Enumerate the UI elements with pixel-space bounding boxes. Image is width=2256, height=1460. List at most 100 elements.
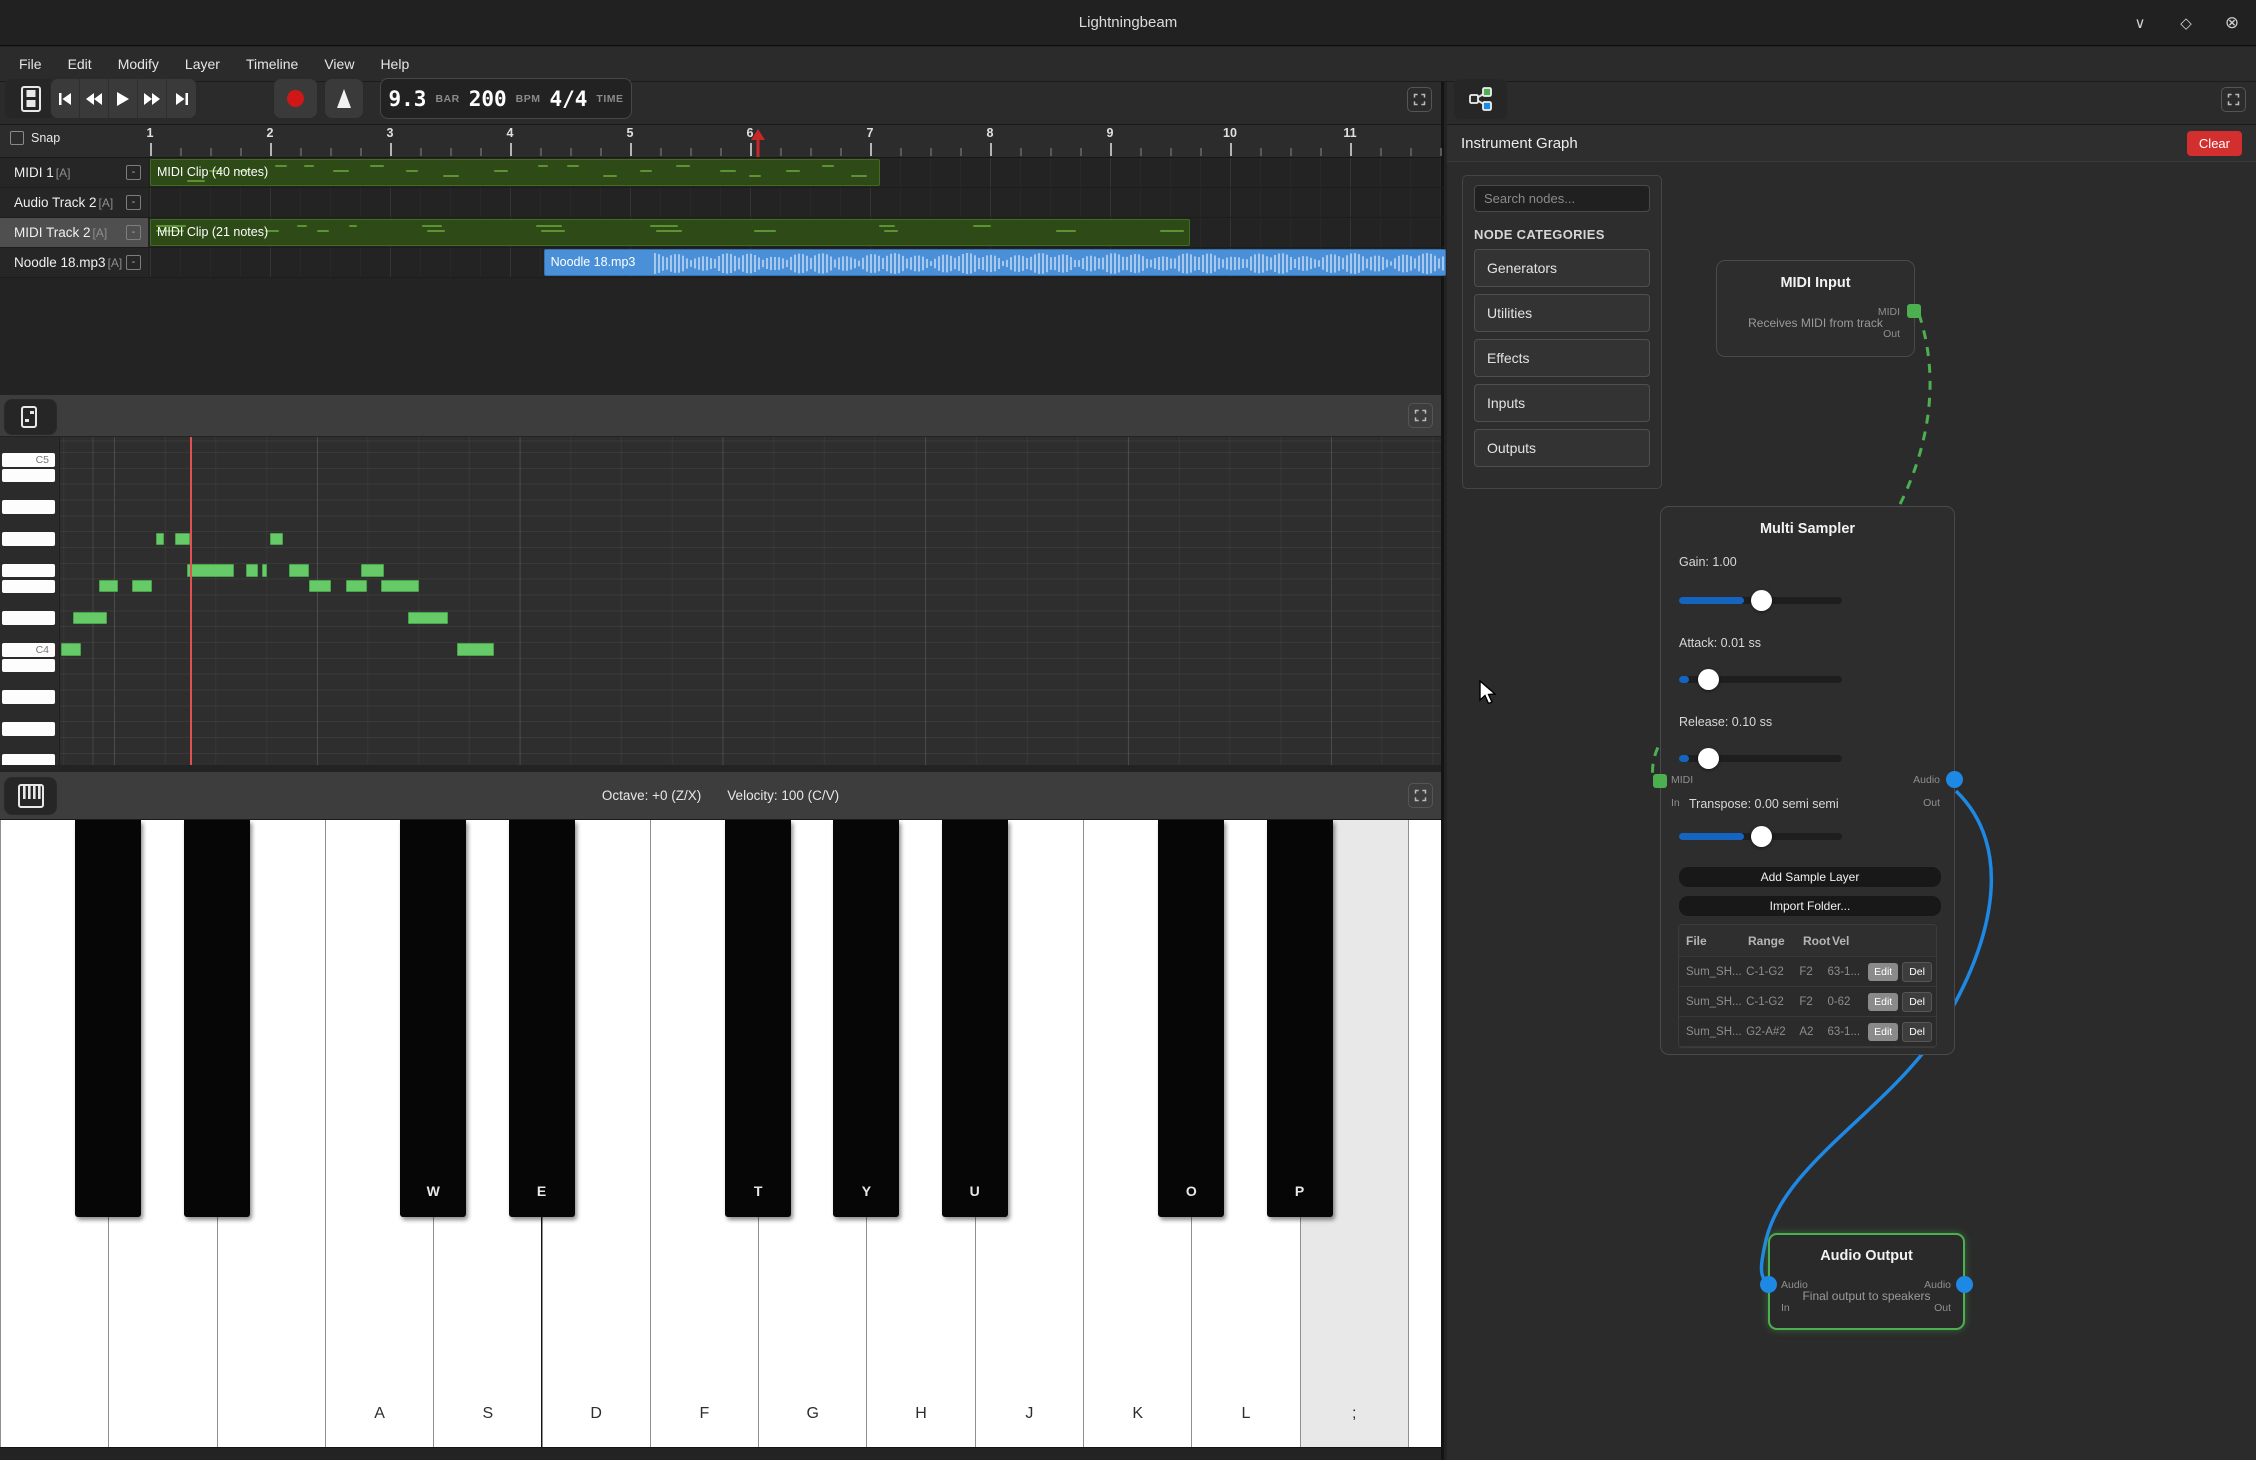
black-key-T[interactable]: T bbox=[725, 820, 791, 1217]
midi-note[interactable] bbox=[361, 564, 384, 576]
menu-item-help[interactable]: Help bbox=[367, 47, 422, 81]
menu-item-edit[interactable]: Edit bbox=[55, 47, 105, 81]
node-midi-input[interactable]: MIDI Input Receives MIDI from track MIDI… bbox=[1716, 260, 1915, 357]
black-key-O[interactable]: O bbox=[1158, 820, 1224, 1217]
midi-note[interactable] bbox=[156, 533, 164, 545]
expand-graph-icon[interactable] bbox=[2221, 87, 2246, 112]
midi-note[interactable] bbox=[457, 643, 494, 655]
slider-knob[interactable] bbox=[1698, 669, 1719, 690]
midi-in-port[interactable] bbox=[1653, 774, 1667, 788]
track-lane-3[interactable]: MIDI Clip (21 notes) bbox=[148, 218, 1444, 248]
midi-note[interactable] bbox=[289, 564, 309, 576]
midi-note[interactable] bbox=[61, 643, 81, 655]
expand-keyboard-icon[interactable] bbox=[1408, 783, 1433, 808]
black-key-U[interactable]: U bbox=[942, 820, 1008, 1217]
track-header-4[interactable]: Noodle 18.mp3[A]- bbox=[0, 248, 148, 278]
roll-key-A4[interactable] bbox=[2, 500, 55, 514]
black-key-W[interactable]: W bbox=[400, 820, 466, 1217]
menu-item-timeline[interactable]: Timeline bbox=[233, 47, 311, 81]
roll-key-C5[interactable]: C5 bbox=[2, 453, 55, 467]
track-lane-1[interactable]: MIDI Clip (40 notes) bbox=[148, 158, 1444, 188]
midi-note[interactable] bbox=[175, 533, 190, 545]
category-generators[interactable]: Generators bbox=[1474, 249, 1650, 287]
midi-note[interactable] bbox=[132, 580, 152, 592]
slider-knob[interactable] bbox=[1751, 590, 1772, 611]
white-key-13[interactable] bbox=[1408, 820, 1441, 1447]
graph-canvas[interactable]: NODE CATEGORIES GeneratorsUtilitiesEffec… bbox=[1447, 162, 2256, 1460]
expand-piano-roll-icon[interactable] bbox=[1408, 403, 1433, 428]
category-outputs[interactable]: Outputs bbox=[1474, 429, 1650, 467]
track-header-1[interactable]: MIDI 1[A]- bbox=[0, 158, 148, 188]
midi-note[interactable] bbox=[73, 612, 107, 624]
delete-sample-button[interactable]: Del bbox=[1902, 1022, 1932, 1042]
roll-key-G3[interactable] bbox=[2, 722, 55, 736]
slider-knob[interactable] bbox=[1698, 748, 1719, 769]
midi-out-port[interactable] bbox=[1907, 304, 1921, 318]
import-folder-button[interactable]: Import Folder... bbox=[1678, 895, 1942, 917]
black-key-1[interactable] bbox=[75, 820, 141, 1217]
roll-key-D4[interactable] bbox=[2, 611, 55, 625]
delete-sample-button[interactable]: Del bbox=[1902, 992, 1932, 1012]
track-lane-4[interactable]: Noodle 18.mp3 bbox=[148, 248, 1444, 278]
maximize-icon[interactable]: ◇ bbox=[2176, 14, 2196, 32]
menu-item-view[interactable]: View bbox=[311, 47, 367, 81]
roll-key-B4[interactable] bbox=[2, 469, 55, 483]
midi-note[interactable] bbox=[262, 564, 267, 576]
category-inputs[interactable]: Inputs bbox=[1474, 384, 1650, 422]
menu-item-layer[interactable]: Layer bbox=[172, 47, 233, 81]
midi-note[interactable] bbox=[408, 612, 448, 624]
add-sample-layer-button[interactable]: Add Sample Layer bbox=[1678, 866, 1942, 888]
midi-note[interactable] bbox=[309, 580, 331, 592]
midi-clip[interactable]: MIDI Clip (40 notes) bbox=[150, 159, 880, 186]
gain-slider[interactable] bbox=[1679, 597, 1842, 604]
piano-roll-grid[interactable] bbox=[0, 437, 1441, 765]
clear-graph-button[interactable]: Clear bbox=[2187, 131, 2242, 156]
menu-item-modify[interactable]: Modify bbox=[105, 47, 172, 81]
track-header-3[interactable]: MIDI Track 2[A]- bbox=[0, 218, 148, 248]
category-effects[interactable]: Effects bbox=[1474, 339, 1650, 377]
midi-note[interactable] bbox=[346, 580, 367, 592]
midi-note[interactable] bbox=[270, 533, 283, 545]
rewind-button[interactable] bbox=[80, 79, 109, 118]
node-graph-icon[interactable] bbox=[1453, 78, 1508, 120]
edit-sample-button[interactable]: Edit bbox=[1868, 963, 1898, 981]
delete-sample-button[interactable]: Del bbox=[1902, 962, 1932, 982]
slider-knob[interactable] bbox=[1751, 826, 1772, 847]
piano-roll[interactable]: C5C4 bbox=[0, 437, 1441, 765]
track-header-2[interactable]: Audio Track 2[A]- bbox=[0, 188, 148, 218]
track-minus-button[interactable]: - bbox=[126, 195, 141, 210]
fast-forward-button[interactable] bbox=[138, 79, 167, 118]
node-audio-output[interactable]: Audio Output Final output to speakers Au… bbox=[1768, 1233, 1965, 1330]
audio-out-port[interactable] bbox=[1956, 1276, 1973, 1293]
play-button[interactable] bbox=[109, 79, 138, 118]
timeline-ruler[interactable]: Snap 1234567891011 bbox=[0, 125, 1441, 158]
roll-key-A3[interactable] bbox=[2, 690, 55, 704]
minimize-icon[interactable]: ∨ bbox=[2130, 14, 2150, 32]
skip-start-button[interactable] bbox=[51, 79, 80, 118]
audio-clip[interactable]: Noodle 18.mp3 bbox=[544, 249, 1446, 276]
roll-key-F3[interactable] bbox=[2, 754, 55, 765]
transpose-slider[interactable] bbox=[1679, 833, 1842, 840]
record-button[interactable] bbox=[273, 78, 318, 119]
midi-note[interactable] bbox=[187, 564, 234, 576]
category-utilities[interactable]: Utilities bbox=[1474, 294, 1650, 332]
audio-in-port[interactable] bbox=[1760, 1276, 1777, 1293]
track-minus-button[interactable]: - bbox=[126, 225, 141, 240]
node-multi-sampler[interactable]: Multi Sampler Gain: 1.00 Attack: 0.01 ss… bbox=[1660, 506, 1955, 1055]
edit-sample-button[interactable]: Edit bbox=[1868, 993, 1898, 1011]
midi-note[interactable] bbox=[381, 580, 419, 592]
black-key-Y[interactable]: Y bbox=[833, 820, 899, 1217]
track-lane-2[interactable] bbox=[148, 188, 1444, 218]
roll-key-B3[interactable] bbox=[2, 659, 55, 673]
midi-note[interactable] bbox=[99, 580, 118, 592]
virtual-keyboard[interactable]: ASDFGHJKL;WETYUOP bbox=[0, 820, 1441, 1448]
roll-key-E4[interactable] bbox=[2, 580, 55, 594]
black-key-E[interactable]: E bbox=[509, 820, 575, 1217]
track-minus-button[interactable]: - bbox=[126, 165, 141, 180]
snap-checkbox[interactable] bbox=[10, 131, 24, 145]
audio-out-port[interactable] bbox=[1946, 771, 1963, 788]
roll-key-G4[interactable] bbox=[2, 532, 55, 546]
attack-slider[interactable] bbox=[1679, 676, 1842, 683]
piano-roll-icon[interactable] bbox=[4, 399, 57, 435]
close-icon[interactable]: ⊗ bbox=[2222, 13, 2242, 33]
